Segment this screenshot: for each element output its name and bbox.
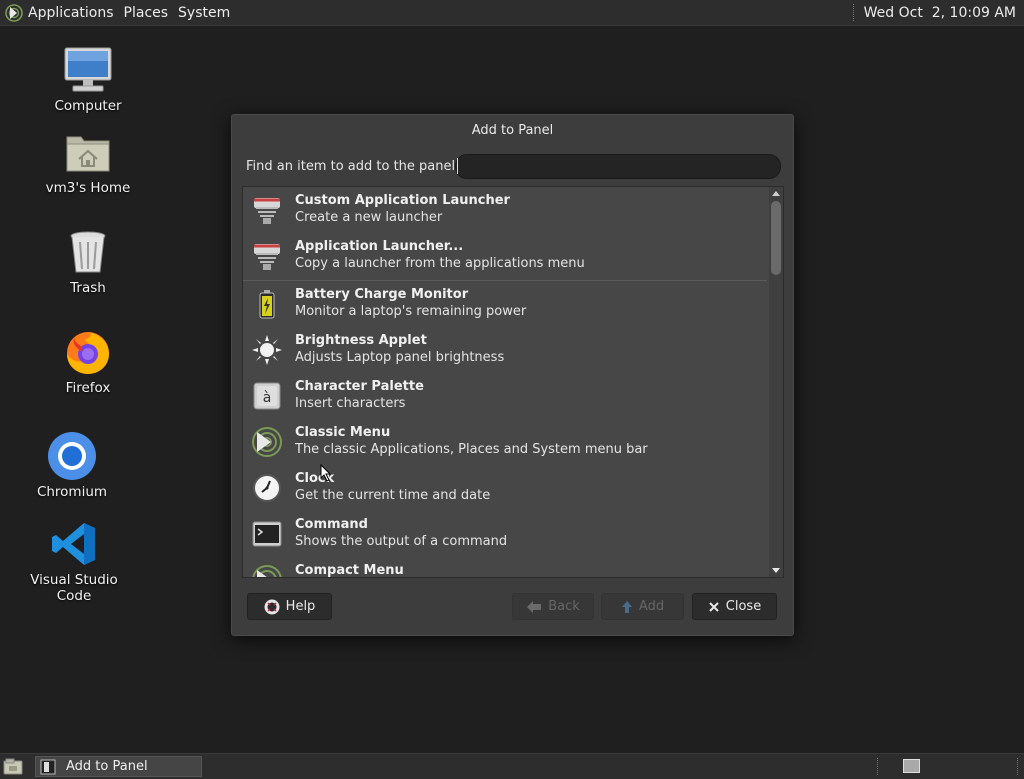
back-button[interactable]: Back: [512, 593, 594, 620]
list-item-desc: Shows the output of a command: [295, 534, 508, 549]
desktop-icon-label: Visual Studio Code: [30, 572, 118, 604]
list-scrollbar[interactable]: [769, 187, 783, 577]
help-button[interactable]: Help: [247, 593, 332, 620]
system-menu[interactable]: System: [173, 0, 235, 25]
back-arrow-icon: [527, 600, 542, 613]
list-item-title: Battery Charge Monitor: [295, 287, 469, 302]
list-item-desc: Adjusts Laptop panel brightness: [295, 350, 505, 365]
list-item[interactable]: Battery Charge Monitor Monitor a laptop'…: [243, 281, 767, 327]
svg-text:à: à: [263, 390, 272, 406]
firefox-icon: [67, 332, 109, 374]
mate-logo-icon: [5, 3, 23, 22]
applications-menu[interactable]: Applications: [0, 0, 119, 25]
window-icon: [40, 759, 56, 774]
dialog-title[interactable]: Add to Panel: [232, 115, 793, 147]
desktop-icon-label: vm3's Home: [45, 180, 131, 196]
mouse-pointer-icon: [320, 464, 332, 482]
desktop-icon-label: Firefox: [65, 380, 111, 396]
list-item[interactable]: à Character Palette Insert characters: [243, 373, 767, 419]
text-caret: [457, 158, 458, 174]
applications-menu-label: Applications: [28, 4, 114, 21]
places-menu[interactable]: Places: [119, 0, 174, 25]
list-item-title: Application Launcher...: [295, 239, 464, 254]
workspace-switcher[interactable]: [903, 759, 920, 773]
search-input[interactable]: [455, 154, 781, 179]
computer-icon: [64, 47, 112, 92]
home-folder-icon: [66, 136, 110, 172]
list-item-title: Custom Application Launcher: [295, 193, 510, 208]
list-item[interactable]: Custom Application Launcher Create a new…: [243, 187, 767, 233]
list-item-desc: Insert characters: [295, 396, 406, 411]
desktop-icon-vscode[interactable]: Visual Studio Code: [19, 518, 129, 604]
panel-separator: [852, 4, 856, 21]
close-icon: [709, 601, 719, 612]
mate-menu-icon: [252, 427, 282, 457]
system-menu-label: System: [178, 4, 231, 21]
character-palette-icon: à: [253, 382, 281, 410]
taskbar-item-add-to-panel[interactable]: Add to Panel: [35, 756, 202, 777]
trash-icon: [70, 231, 106, 273]
taskbar-item-label: Add to Panel: [66, 759, 148, 774]
close-button-label: Close: [725, 599, 762, 614]
clock[interactable]: Wed Oct 2, 10:09 AM: [864, 5, 1024, 21]
battery-icon: [259, 290, 275, 319]
list-item-desc: Create a new launcher: [295, 210, 443, 225]
list-item[interactable]: Brightness Applet Adjusts Laptop panel b…: [243, 327, 767, 373]
list-item-desc: The classic Applications, Places and Sys…: [295, 442, 648, 457]
find-label: Find an item to add to the panel:: [246, 159, 460, 174]
brightness-icon: [252, 335, 282, 365]
desktop-icon-chromium[interactable]: Chromium: [17, 430, 127, 500]
desktop-icon-label: Computer: [54, 98, 122, 114]
list-item-title: Character Palette: [295, 379, 424, 394]
panel-separator: [1017, 758, 1018, 775]
list-item-title: Command: [295, 517, 368, 532]
list-item[interactable]: Command Shows the output of a command: [243, 511, 767, 557]
chromium-icon: [48, 432, 96, 480]
top-panel: Applications Places System Wed Oct 2, 10…: [0, 0, 1024, 26]
desktop-icon-firefox[interactable]: Firefox: [33, 326, 143, 396]
scroll-up-arrow-icon[interactable]: [772, 191, 780, 196]
bottom-panel: Add to Panel: [0, 753, 1024, 779]
add-button-label: Add: [638, 599, 665, 614]
add-button[interactable]: Add: [601, 593, 684, 620]
add-to-panel-dialog: Add to Panel Find an item to add to the …: [231, 114, 794, 636]
launcher-icon: [254, 198, 280, 224]
list-item-title: Compact Menu: [295, 563, 404, 578]
add-arrow-icon: [621, 600, 632, 613]
list-item-desc: Get the current time and date: [295, 488, 491, 503]
desktop-icon-computer[interactable]: Computer: [33, 44, 143, 114]
help-icon: [264, 599, 280, 614]
list-item-title: Brightness Applet: [295, 333, 427, 348]
list-item-desc: Copy a launcher from the applications me…: [295, 256, 585, 271]
list-item-title: Classic Menu: [295, 425, 391, 440]
desktop-icon-label: Trash: [70, 280, 106, 296]
desktop-icon-label: Chromium: [36, 484, 108, 500]
list-item[interactable]: Compact Menu: [243, 557, 767, 578]
clock-icon: [253, 474, 281, 502]
list-item-desc: Monitor a laptop's remaining power: [295, 304, 527, 319]
panel-separator: [877, 758, 878, 775]
back-button-label: Back: [548, 599, 580, 614]
close-button[interactable]: Close: [692, 593, 777, 620]
places-menu-label: Places: [123, 4, 169, 21]
terminal-icon: [252, 521, 282, 547]
desktop-icon-trash[interactable]: Trash: [33, 226, 143, 296]
help-button-label: Help: [285, 599, 316, 614]
list-item[interactable]: Classic Menu The classic Applications, P…: [243, 419, 767, 465]
show-desktop-icon[interactable]: [3, 758, 23, 775]
scroll-down-arrow-icon[interactable]: [772, 568, 780, 573]
desktop-icon-home[interactable]: vm3's Home: [33, 126, 143, 196]
list-item[interactable]: Application Launcher... Copy a launcher …: [243, 233, 767, 279]
mate-menu-icon: [252, 565, 282, 577]
applet-list[interactable]: Custom Application Launcher Create a new…: [242, 186, 784, 578]
launcher-icon: [254, 244, 280, 270]
scrollbar-thumb[interactable]: [771, 201, 781, 275]
vscode-icon: [52, 523, 95, 565]
